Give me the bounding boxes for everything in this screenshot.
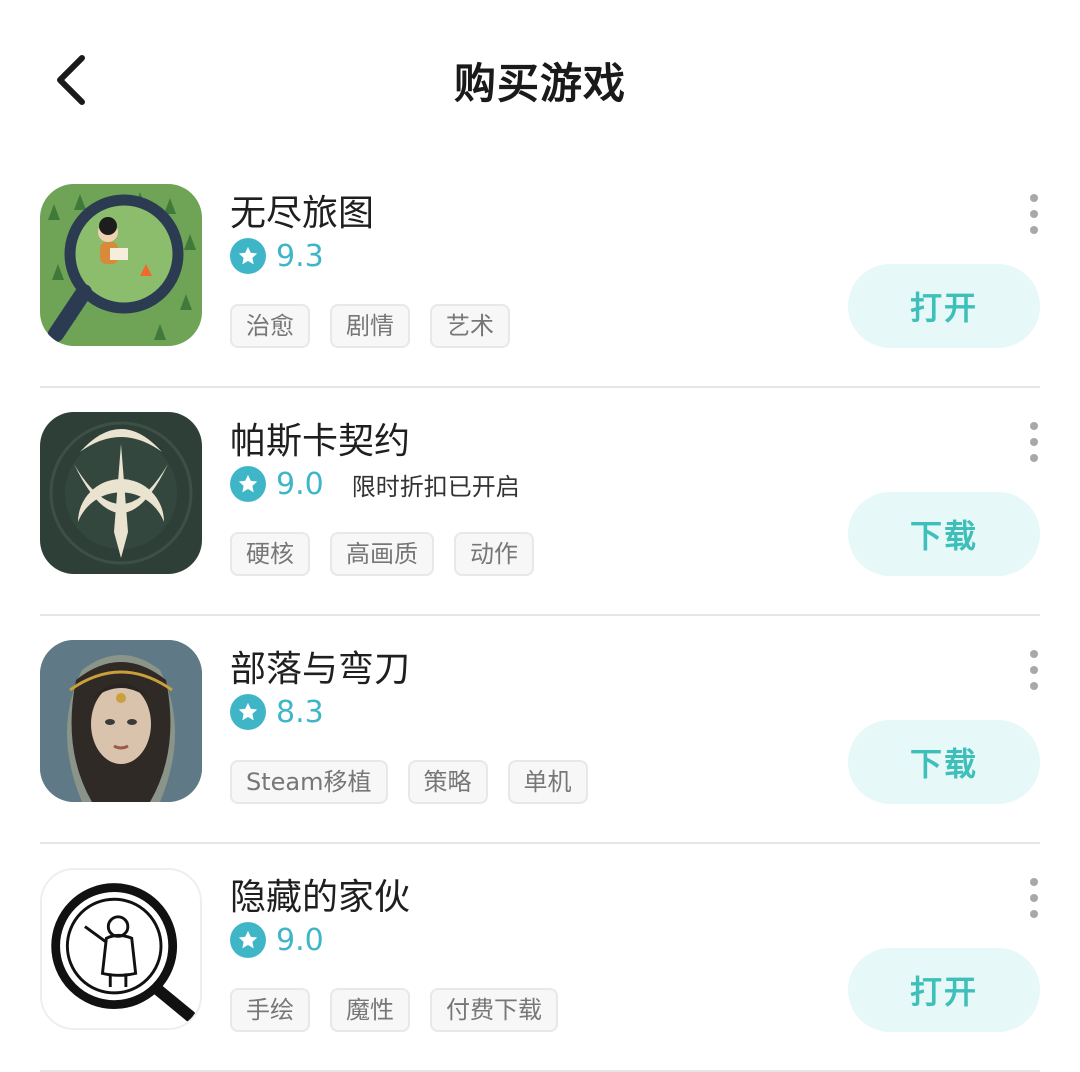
download-button[interactable]: 下载	[848, 492, 1040, 576]
more-options-icon[interactable]	[1028, 650, 1040, 690]
rating: 9.0 限时折扣已开启	[230, 464, 520, 504]
rating-score: 8.3	[276, 694, 324, 730]
tag[interactable]: 剧情	[330, 304, 410, 348]
open-button[interactable]: 打开	[848, 948, 1040, 1032]
star-icon	[230, 238, 266, 274]
game-row[interactable]: 部落与弯刀 8.3 Steam移植 策略 单机 下载	[40, 616, 1040, 844]
rating-score: 9.0	[276, 922, 324, 958]
more-options-icon[interactable]	[1028, 878, 1040, 918]
star-icon	[230, 466, 266, 502]
game-row[interactable]: 无尽旅图 9.3 治愈 剧情 艺术 打开	[40, 160, 1040, 388]
tag[interactable]: 策略	[407, 760, 488, 804]
star-icon	[230, 922, 266, 958]
tag[interactable]: 付费下载	[430, 988, 558, 1032]
game-icon-hidden-folks[interactable]	[40, 868, 202, 1030]
header: 购买游戏	[0, 0, 1080, 160]
star-icon	[230, 694, 266, 730]
game-name: 隐藏的家伙	[230, 877, 411, 918]
tag[interactable]: Steam移植	[230, 760, 388, 804]
tag[interactable]: 艺术	[430, 304, 510, 348]
rating-score: 9.3	[276, 238, 324, 274]
game-icon-pascal-contract[interactable]	[40, 412, 202, 574]
tag[interactable]: 硬核	[230, 532, 310, 576]
more-options-icon[interactable]	[1028, 422, 1040, 462]
more-options-icon[interactable]	[1028, 194, 1040, 234]
rating: 9.3	[230, 236, 324, 276]
tag[interactable]: 单机	[507, 760, 588, 804]
tag[interactable]: 动作	[454, 532, 534, 576]
game-icon-endless-map[interactable]	[40, 184, 202, 346]
tag-list: Steam移植 策略 单机	[230, 760, 588, 804]
game-row[interactable]: 帕斯卡契约 9.0 限时折扣已开启 硬核 高画质 动作 下载	[40, 388, 1040, 616]
rating: 9.0	[230, 920, 324, 960]
game-name: 帕斯卡契约	[230, 421, 411, 462]
game-row[interactable]: 隐藏的家伙 9.0 手绘 魔性 付费下载 打开	[40, 844, 1040, 1072]
game-list: 无尽旅图 9.3 治愈 剧情 艺术 打开 帕斯卡契约 9.0 限时折扣已开启 硬…	[40, 160, 1040, 1072]
tag-list: 手绘 魔性 付费下载	[230, 988, 558, 1032]
rating: 8.3	[230, 692, 324, 732]
tag-list: 治愈 剧情 艺术	[230, 304, 510, 348]
discount-notice: 限时折扣已开启	[351, 472, 520, 501]
page-title: 购买游戏	[453, 59, 626, 108]
tag[interactable]: 手绘	[230, 988, 310, 1032]
game-name: 部落与弯刀	[230, 649, 411, 690]
tag[interactable]: 治愈	[230, 304, 310, 348]
tag-list: 硬核 高画质 动作	[230, 532, 534, 576]
tag[interactable]: 高画质	[330, 532, 434, 576]
game-name: 无尽旅图	[230, 193, 375, 234]
rating-score: 9.0	[276, 466, 324, 502]
download-button[interactable]: 下载	[848, 720, 1040, 804]
game-icon-tribes-and-blades[interactable]	[40, 640, 202, 802]
open-button[interactable]: 打开	[848, 264, 1040, 348]
tag[interactable]: 魔性	[330, 988, 410, 1032]
